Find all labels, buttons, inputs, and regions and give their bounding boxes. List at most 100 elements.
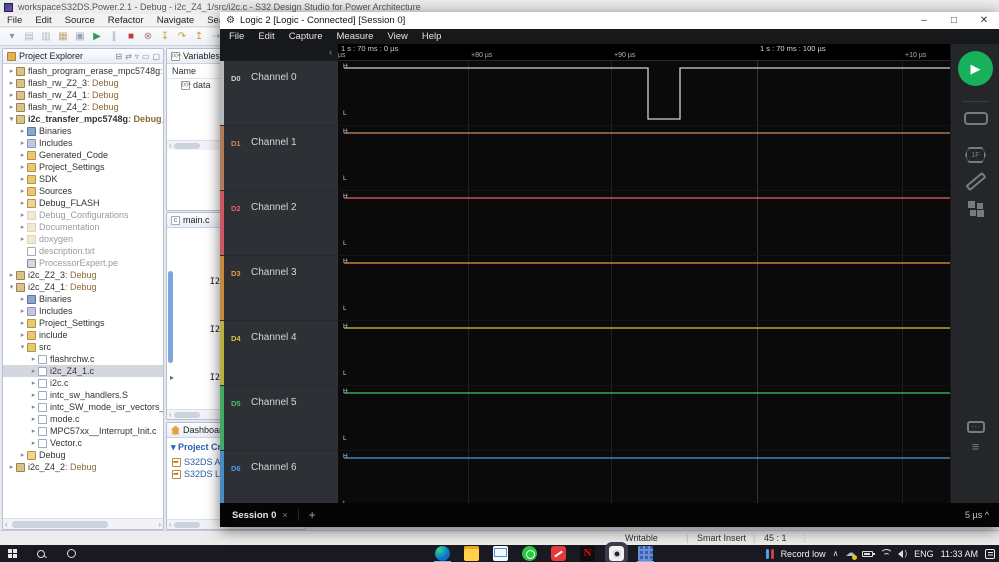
channel-label-row[interactable]: D1 Channel 1 bbox=[220, 126, 338, 191]
add-session-button[interactable]: + bbox=[299, 508, 316, 522]
save-all-icon[interactable]: ▥ bbox=[39, 30, 53, 44]
channel-waveform-lane[interactable]: H L bbox=[338, 256, 950, 321]
tree-expander[interactable]: ▸ bbox=[18, 151, 27, 159]
tree-expander[interactable]: ▸ bbox=[18, 451, 27, 459]
session-tab[interactable]: Session 0 × bbox=[220, 503, 298, 527]
save-icon[interactable]: ▤ bbox=[22, 30, 36, 44]
tree-expander[interactable]: ▸ bbox=[18, 235, 27, 243]
minimize-icon[interactable]: ▭ bbox=[142, 52, 150, 61]
tree-expander[interactable]: ▸ bbox=[7, 271, 16, 279]
tree-item[interactable]: ▸ intc_SW_mode_isr_vectors_MPC57 bbox=[3, 401, 163, 413]
channel-label-row[interactable]: D2 Channel 2 bbox=[220, 191, 338, 256]
waveform-column[interactable]: H L H L H L bbox=[338, 61, 950, 503]
logic-menu-item[interactable]: View bbox=[387, 31, 407, 42]
tree-expander[interactable]: ▸ bbox=[29, 439, 38, 447]
tree-item[interactable]: ▾ i2c_Z4_1 : Debug bbox=[3, 281, 163, 293]
channel-label-row[interactable]: D5 Channel 5 bbox=[220, 386, 338, 451]
tree-item[interactable]: ▸ Debug bbox=[3, 449, 163, 461]
mail-taskbar-icon[interactable] bbox=[493, 546, 508, 561]
tree-item[interactable]: ▸ Project_Settings bbox=[3, 161, 163, 173]
red-app-taskbar-icon[interactable] bbox=[551, 546, 566, 561]
search-button[interactable] bbox=[26, 550, 56, 558]
tree-item[interactable]: ▸ Generated_Code bbox=[3, 149, 163, 161]
tab-variables[interactable]: (x)= Variables bbox=[171, 51, 220, 61]
logic-titlebar[interactable]: ⚙ Logic 2 [Logic - Connected] [Session 0… bbox=[220, 12, 999, 29]
step-return-icon[interactable]: ↥ bbox=[192, 30, 206, 44]
tree-expander[interactable]: ▸ bbox=[18, 307, 27, 315]
measurements-icon[interactable] bbox=[951, 172, 999, 190]
tree-expander[interactable]: ▸ bbox=[18, 211, 27, 219]
device-settings-icon[interactable] bbox=[951, 112, 999, 130]
tree-expander[interactable]: ▸ bbox=[7, 103, 16, 111]
channel-waveform-lane[interactable]: H L bbox=[338, 61, 950, 126]
eclipse-menu-item[interactable]: Navigate bbox=[157, 15, 195, 26]
eclipse-menu-item[interactable]: Edit bbox=[35, 15, 51, 26]
step-over-icon[interactable]: ↷ bbox=[175, 30, 189, 44]
tree-expander[interactable]: ▸ bbox=[29, 415, 38, 423]
tree-item[interactable]: ▸ Sources bbox=[3, 185, 163, 197]
tree-expander[interactable]: ▸ bbox=[29, 391, 38, 399]
tree-item[interactable]: description.txt bbox=[3, 245, 163, 257]
tree-expander[interactable]: ▸ bbox=[18, 199, 27, 207]
new-wizard-icon[interactable]: ▾ bbox=[5, 30, 19, 44]
tree-item[interactable]: ▸ Project_Settings bbox=[3, 317, 163, 329]
channel-label-row[interactable]: D4 Channel 4 bbox=[220, 321, 338, 386]
action-center-icon[interactable] bbox=[985, 549, 995, 559]
logic2-taskbar-icon[interactable] bbox=[609, 546, 624, 561]
tree-expander[interactable]: ▸ bbox=[7, 91, 16, 99]
eclipse-menu-item[interactable]: File bbox=[7, 15, 22, 26]
tree-item[interactable]: ▸ i2c_Z2_3 : Debug bbox=[3, 269, 163, 281]
tray-expand-chevron[interactable]: ∧ bbox=[833, 549, 839, 558]
tree-item[interactable]: ▸ Debug_Configurations bbox=[3, 209, 163, 221]
channel-waveform-lane[interactable]: H L bbox=[338, 451, 950, 503]
tree-expander[interactable]: ▸ bbox=[29, 355, 38, 363]
tree-item[interactable]: ▸ Debug_FLASH bbox=[3, 197, 163, 209]
pause-icon[interactable]: ∥ bbox=[107, 30, 121, 44]
weather-label[interactable]: Record low bbox=[781, 549, 826, 559]
tree-item[interactable]: ProcessorExpert.pe bbox=[3, 257, 163, 269]
timeline-track[interactable]: 1 s : 70 ms : 0 µs µs +80 µs+90 µs1 s : … bbox=[338, 44, 950, 61]
main-menu-icon[interactable]: ≡ bbox=[951, 442, 999, 452]
file-explorer-taskbar-icon[interactable] bbox=[464, 546, 479, 561]
logic-menu-item[interactable]: Help bbox=[422, 31, 442, 42]
weather-icon[interactable] bbox=[766, 549, 774, 559]
tree-item[interactable]: ▸ Documentation bbox=[3, 221, 163, 233]
tree-expander[interactable]: ▾ bbox=[7, 283, 16, 291]
edge-taskbar-icon[interactable] bbox=[435, 546, 450, 561]
channel-label-row[interactable]: D0 Channel 0 bbox=[220, 61, 338, 126]
tree-item[interactable]: ▸ intc_sw_handlers.S bbox=[3, 389, 163, 401]
tree-item[interactable]: ▸ MPC57xx__Interrupt_Init.c bbox=[3, 425, 163, 437]
language-indicator[interactable]: ENG bbox=[914, 549, 934, 559]
tree-item[interactable]: ▸ doxygen bbox=[3, 233, 163, 245]
tree-item[interactable]: ▸ flash_program_erase_mpc5748g : Debug bbox=[3, 65, 163, 77]
start-capture-button[interactable]: ▶ bbox=[958, 51, 993, 86]
logic-menu-item[interactable]: Measure bbox=[337, 31, 374, 42]
build-icon[interactable]: ▦ bbox=[56, 30, 70, 44]
tab-main-c[interactable]: c main.c bbox=[171, 215, 210, 225]
analyzers-icon[interactable]: 1F bbox=[951, 144, 999, 163]
tree-item[interactable]: ▾ i2c_transfer_mpc5748g : Debug_FLAS bbox=[3, 113, 163, 125]
tree-expander[interactable]: ▸ bbox=[7, 463, 16, 471]
session-close-icon[interactable]: × bbox=[282, 510, 287, 520]
tree-expander[interactable]: ▸ bbox=[18, 223, 27, 231]
eclipse-menu-item[interactable]: Source bbox=[65, 15, 95, 26]
debug-icon[interactable]: ▶ bbox=[90, 30, 104, 44]
channel-label-row[interactable]: D6 Channel 6 bbox=[220, 451, 338, 503]
tree-expander[interactable]: ▸ bbox=[7, 67, 16, 75]
tree-item[interactable]: ▸ include bbox=[3, 329, 163, 341]
tree-expander[interactable]: ▾ bbox=[18, 343, 27, 351]
channel-label-row[interactable]: D3 Channel 3 bbox=[220, 256, 338, 321]
volume-icon[interactable]: ) bbox=[898, 549, 907, 558]
battery-icon[interactable] bbox=[862, 551, 873, 557]
tree-item[interactable]: ▸ i2c.c bbox=[3, 377, 163, 389]
tree-item[interactable]: ▸ Binaries bbox=[3, 125, 163, 137]
tab-dashboard[interactable]: Dashboard bbox=[171, 425, 227, 435]
tree-item[interactable]: ▸ Includes bbox=[3, 137, 163, 149]
tree-expander[interactable]: ▸ bbox=[18, 175, 27, 183]
channel-waveform-lane[interactable]: H L bbox=[338, 126, 950, 191]
minimize-button[interactable]: – bbox=[909, 12, 939, 29]
maximize-icon[interactable]: ▢ bbox=[152, 52, 160, 61]
collapse-panel-chevron[interactable]: ‹ bbox=[329, 47, 332, 57]
tree-expander[interactable]: ▸ bbox=[7, 79, 16, 87]
wifi-icon[interactable] bbox=[880, 549, 891, 558]
